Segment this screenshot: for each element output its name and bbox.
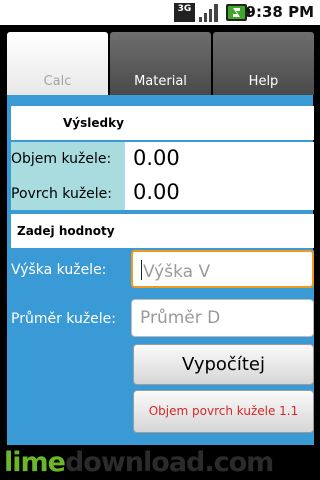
watermark: limedownload.com (0, 445, 320, 480)
calculate-button[interactable]: Vypočítej (133, 344, 314, 385)
surface-value: 0.00 (133, 180, 180, 204)
results-box: Objem kužele: 0.00 Povrch kužele: 0.00 (11, 142, 314, 210)
diameter-input[interactable]: Průměr D (131, 299, 314, 337)
tab-material[interactable]: Material (110, 32, 211, 95)
tab-calc-label: Calc (43, 74, 72, 89)
results-heading: Výsledky (11, 106, 314, 140)
surface-label: Povrch kužele: (11, 186, 112, 202)
watermark-lime: lime (4, 447, 66, 478)
diameter-label: Průměr kužele: (11, 311, 117, 327)
network-label: 3G (177, 4, 192, 14)
height-label: Výška kužele: (11, 262, 107, 278)
volume-label: Objem kužele: (11, 151, 112, 167)
signal-icon (198, 3, 220, 22)
watermark-download: download.com (64, 447, 274, 478)
status-bar: 3G 9:38 PM (0, 0, 320, 25)
about-button[interactable]: Objem povrch kužele 1.1 (133, 390, 314, 433)
volume-value: 0.00 (133, 146, 180, 170)
3g-icon: 3G (174, 3, 195, 22)
calc-panel: Výsledky Objem kužele: 0.00 Povrch kužel… (7, 95, 314, 445)
tab-help[interactable]: Help (213, 32, 314, 95)
tab-bar: Calc Material Help (0, 25, 320, 95)
input-form: Výška kužele: Výška V Průměr kužele: Prů… (11, 250, 314, 445)
height-input[interactable]: Výška V (131, 250, 314, 288)
inputs-heading: Zadej hodnoty (11, 214, 314, 248)
text-caret (141, 260, 142, 280)
clock: 9:38 PM (245, 3, 314, 21)
tab-help-label: Help (248, 74, 279, 89)
diameter-placeholder: Průměr D (140, 308, 221, 328)
tab-material-label: Material (134, 74, 187, 89)
tab-calc[interactable]: Calc (7, 32, 108, 95)
height-placeholder: Výška V (143, 262, 211, 282)
